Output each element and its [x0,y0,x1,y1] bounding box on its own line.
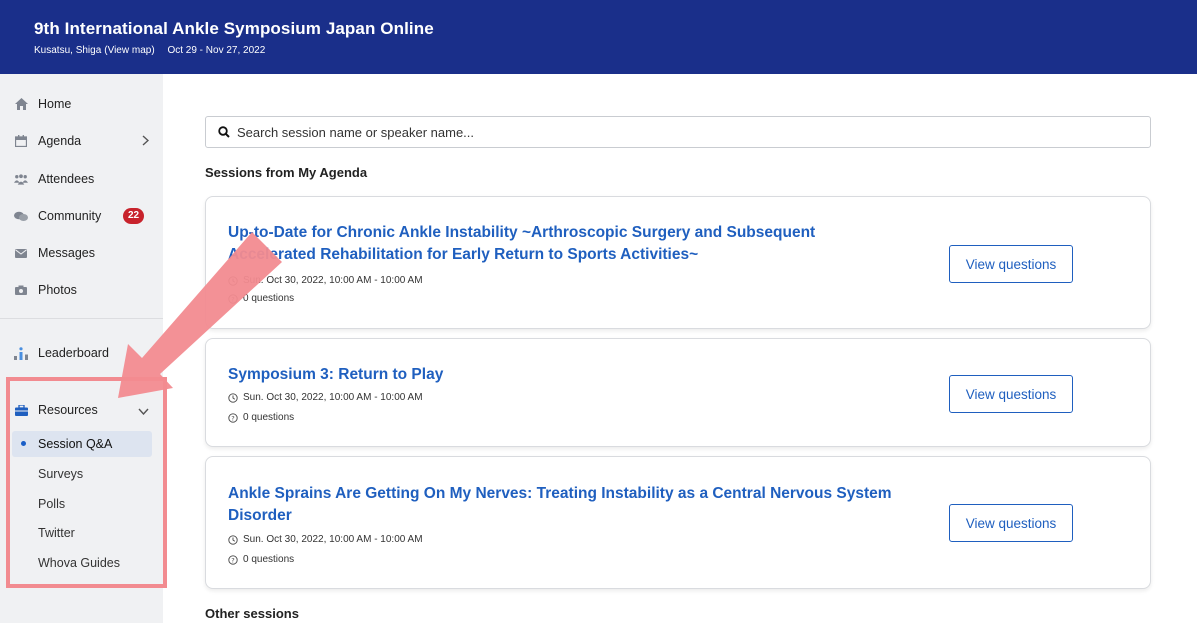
clock-icon [228,275,238,286]
my-agenda-heading: Sessions from My Agenda [205,165,368,180]
event-title: 9th International Ankle Symposium Japan … [34,19,434,38]
session-time-text: Sun. Oct 30, 2022, 10:00 AM - 10:00 AM [243,534,423,545]
search-placeholder: Search session name or speaker name... [237,124,475,140]
event-subtitle: Kusatsu, Shiga (View map) Oct 29 - Nov 27… [34,45,1197,56]
session-title-line: Accelerated Rehabilitation for Early Ret… [228,246,699,263]
svg-text:?: ? [231,295,234,303]
camera-icon [14,283,28,297]
leaderboard-icon [14,346,28,360]
question-icon: ? [228,554,238,565]
attendees-icon [14,172,28,186]
session-question-count: ? 0 questions [228,554,294,565]
svg-text:?: ? [231,556,234,564]
search-icon [218,126,230,138]
sidebar-item-label: Photos [38,283,77,297]
sidebar-item-agenda[interactable]: Agenda [0,125,163,157]
session-search-input[interactable]: Search session name or speaker name... [205,116,1151,148]
session-card: Up-to-Date for Chronic Ankle Instability… [205,196,1151,329]
sidebar-divider [0,318,163,319]
sidebar-item-home[interactable]: Home [0,88,163,120]
session-title-line: Disorder [228,507,292,524]
view-questions-button[interactable]: View questions [949,245,1073,283]
home-icon [14,97,28,111]
clock-icon [228,534,238,545]
other-sessions-heading: Other sessions [205,606,299,621]
sidebar-item-photos[interactable]: Photos [0,274,163,306]
session-title[interactable]: Ankle Sprains Are Getting On My Nerves: … [228,483,892,527]
session-title[interactable]: Up-to-Date for Chronic Ankle Instability… [228,222,815,266]
session-title-line: Symposium 3: Return to Play [228,366,444,383]
session-questions-text: 0 questions [243,412,295,423]
calendar-icon [14,134,28,148]
sidebar-item-attendees[interactable]: Attendees [0,163,163,195]
session-time-text: Sun. Oct 30, 2022, 10:00 AM - 10:00 AM [243,392,423,403]
question-icon: ? [228,412,238,423]
session-card: Symposium 3: Return to Play Sun. Oct 30,… [205,338,1151,447]
sidebar-item-label: Attendees [38,172,95,186]
sidebar-item-leaderboard[interactable]: Leaderboard [0,337,163,369]
sidebar-item-label: Leaderboard [38,346,109,360]
sidebar-item-community[interactable]: Community 22 [0,200,163,232]
event-header: 9th International Ankle Symposium Japan … [0,0,1197,74]
session-question-count: ? 0 questions [228,293,294,304]
sidebar-item-label: Messages [38,246,95,260]
question-icon: ? [228,293,238,304]
session-title-line: Up-to-Date for Chronic Ankle Instability… [228,224,816,241]
view-questions-button[interactable]: View questions [949,504,1073,542]
view-questions-button[interactable]: View questions [949,375,1073,413]
session-time: Sun. Oct 30, 2022, 10:00 AM - 10:00 AM [228,534,423,545]
event-location: Kusatsu, Shiga [34,45,102,56]
sidebar-item-label: Community [38,209,102,223]
event-dates: Oct 29 - Nov 27, 2022 [167,45,266,56]
sidebar-item-messages[interactable]: Messages [0,237,163,269]
envelope-icon [14,246,28,260]
sidebar-item-label: Home [38,97,72,111]
view-map-link[interactable]: (View map) [104,45,154,56]
session-time: Sun. Oct 30, 2022, 10:00 AM - 10:00 AM [228,275,423,286]
session-questions-text: 0 questions [243,293,295,304]
community-count-badge: 22 [123,208,145,224]
session-time: Sun. Oct 30, 2022, 10:00 AM - 10:00 AM [228,392,423,403]
resources-highlight-box [6,377,167,588]
community-chat-icon [14,209,28,223]
clock-icon [228,392,238,403]
session-title[interactable]: Symposium 3: Return to Play [228,364,443,386]
sidebar-item-label: Agenda [38,134,82,148]
session-title-line: Ankle Sprains Are Getting On My Nerves: … [228,485,892,502]
session-time-text: Sun. Oct 30, 2022, 10:00 AM - 10:00 AM [243,275,423,286]
chevron-right-icon [142,134,150,149]
svg-text:?: ? [231,414,234,422]
session-card: Ankle Sprains Are Getting On My Nerves: … [205,456,1151,589]
session-question-count: ? 0 questions [228,412,294,423]
session-questions-text: 0 questions [243,554,295,565]
